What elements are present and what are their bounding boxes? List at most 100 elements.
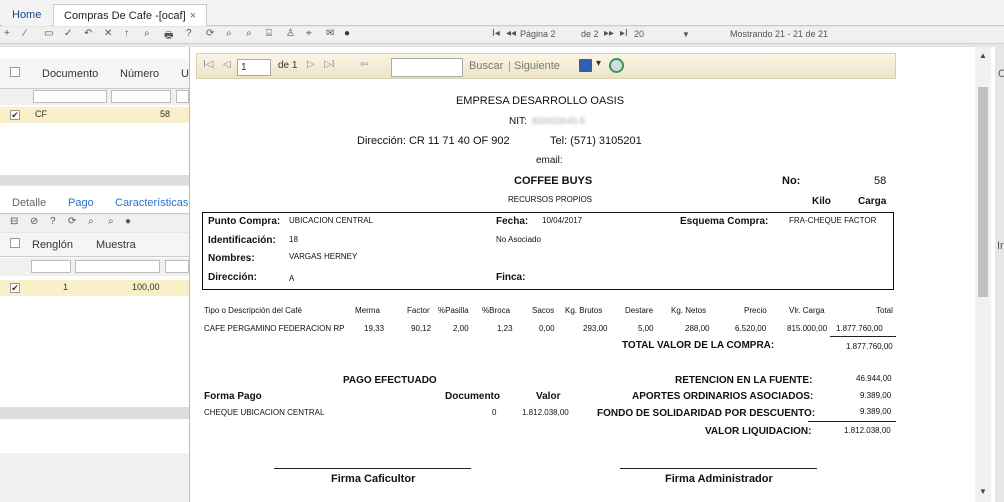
no-label: No: [782, 175, 801, 187]
help-icon[interactable]: ? [186, 28, 192, 39]
back-icon[interactable]: ⇦ [360, 59, 368, 70]
chevron-down-icon[interactable]: ▼ [682, 30, 690, 39]
tab-pago[interactable]: Pago [68, 197, 94, 209]
no-value: 58 [874, 175, 887, 187]
view-icon[interactable]: ▭ [44, 28, 53, 39]
nombres-value: VARGAS HERNEY [289, 252, 358, 261]
table-row[interactable]: ✔ 1 100,00 [0, 280, 189, 296]
scroll-down-icon[interactable]: ▼ [979, 487, 987, 496]
identificacion-value: 18 [289, 235, 298, 244]
chevron-down-icon[interactable]: ▾ [596, 58, 601, 69]
td-descripcion: CAFE PERGAMINO FEDERACION RP [204, 324, 345, 333]
col-numero[interactable]: Número [120, 68, 159, 80]
row-checkbox[interactable]: ✔ [10, 283, 20, 293]
col-muestra[interactable]: Muestra [96, 239, 136, 251]
tab-home-label: Home [12, 9, 42, 21]
next-page-icon[interactable]: ▸▸ [604, 28, 614, 39]
page-label: Página 2 [520, 29, 556, 39]
scroll-thumb[interactable] [978, 87, 988, 297]
first-page-icon[interactable]: I◂ [492, 28, 500, 39]
search-input[interactable] [391, 58, 463, 77]
last-page-icon[interactable]: ▷I [324, 59, 334, 70]
mail-icon[interactable]: ✉ [326, 28, 334, 39]
refresh-icon[interactable] [609, 58, 624, 73]
page-size-select[interactable]: 20 [634, 29, 644, 39]
search-button[interactable]: Buscar [469, 60, 503, 72]
last-page-icon[interactable]: ▸I [620, 28, 628, 39]
refresh-icon[interactable]: ⟳ [206, 28, 214, 39]
filter-extra[interactable] [165, 260, 189, 273]
filter-numero[interactable] [111, 90, 171, 103]
comment-icon[interactable]: ⌸ [266, 28, 272, 39]
zoom-out-icon[interactable]: ⌕ [246, 28, 252, 39]
th-sacos: Sacos [532, 306, 555, 315]
firma-caficultor: Firma Caficultor [331, 473, 416, 485]
tab-detalle[interactable]: Detalle [12, 197, 46, 209]
select-all-checkbox[interactable] [10, 67, 20, 77]
pago-forma-value: CHEQUE UBICACION CENTRAL [204, 408, 325, 417]
print-icon[interactable]: 🖶 [164, 28, 173, 45]
save-export-icon[interactable] [579, 59, 592, 72]
scroll-up-icon[interactable]: ▲ [979, 51, 987, 60]
select-all-checkbox[interactable] [10, 238, 20, 248]
filter-row [0, 89, 189, 105]
search-next-button[interactable]: Siguiente [514, 60, 560, 72]
page-input[interactable]: 1 [237, 59, 271, 76]
filter-documento[interactable] [33, 90, 107, 103]
tab-caracteristicas[interactable]: Características [115, 197, 188, 209]
pin-icon[interactable]: ⌖ [306, 28, 312, 39]
row-checkbox[interactable]: ✔ [10, 110, 20, 120]
first-page-icon[interactable]: I◁ [203, 59, 213, 70]
delete-icon[interactable]: ✕ [104, 28, 112, 39]
firma-administrador: Firma Administrador [665, 473, 773, 485]
tab-compras[interactable]: Compras De Cafe -[ocaf] × [53, 4, 208, 26]
td-destare: 5,00 [638, 324, 654, 333]
page-of-label: de 2 [581, 29, 599, 39]
help-icon[interactable]: ? [50, 216, 56, 227]
td-kg-brutos: 293,00 [583, 324, 608, 333]
filter-extra[interactable] [176, 90, 189, 103]
add-circle-icon[interactable]: ● [125, 216, 131, 227]
grid-icon[interactable]: ⊟ [10, 216, 18, 227]
th-pasilla: %Pasilla [438, 306, 469, 315]
tab-home[interactable]: Home [2, 4, 52, 26]
next-page-icon[interactable]: ▷ [307, 59, 315, 70]
filter-row [0, 258, 189, 276]
edit-icon[interactable]: ⁄ [24, 28, 26, 39]
col-extra[interactable]: U [181, 68, 189, 80]
horizontal-scrollbar[interactable] [0, 407, 189, 419]
search-icon[interactable]: ⌕ [144, 28, 150, 39]
check-icon[interactable]: ✓ [64, 28, 72, 39]
horizontal-scrollbar[interactable] [0, 175, 189, 185]
user-icon[interactable]: ♙ [286, 28, 295, 39]
filter-muestra[interactable] [75, 260, 160, 273]
detail-footer [0, 453, 189, 502]
forma-pago-header: Forma Pago [204, 391, 262, 402]
documento-header: Documento [445, 391, 500, 402]
prev-page-icon[interactable]: ◁ [223, 59, 231, 70]
fondo-label: FONDO DE SOLIDARIDAD POR DESCUENTO: [597, 408, 816, 419]
add-icon[interactable]: + [4, 28, 10, 39]
block-icon[interactable]: ⊘ [30, 216, 38, 227]
undo-icon[interactable]: ↶ [84, 28, 92, 39]
zoom-in-icon[interactable]: ⌕ [88, 216, 94, 227]
refresh-icon[interactable]: ⟳ [68, 216, 76, 227]
col-renglon[interactable]: Renglón [32, 239, 73, 251]
td-precio: 6.520,00 [735, 324, 767, 333]
zoom-out-icon[interactable]: ⌕ [108, 216, 114, 227]
esquema-value: FRA-CHEQUE FACTOR [789, 216, 877, 225]
cell-documento: CF [35, 109, 47, 119]
prev-page-icon[interactable]: ◂◂ [506, 28, 516, 39]
th-vlr-carga: Vlr. Carga [789, 306, 825, 315]
table-row[interactable]: ✔ CF 58 [0, 107, 189, 123]
close-icon[interactable]: × [190, 10, 196, 22]
col-documento[interactable]: Documento [42, 68, 98, 80]
th-broca: %Broca [482, 306, 511, 315]
detail-grid: Renglón Muestra ✔ 1 100,00 [0, 233, 189, 453]
paging-status: Mostrando 21 - 21 de 21 [730, 29, 829, 39]
vertical-scrollbar[interactable]: ▲ ▼ [975, 47, 991, 502]
add-circle-icon[interactable]: ● [344, 28, 350, 39]
zoom-in-icon[interactable]: ⌕ [226, 28, 232, 39]
upload-icon[interactable]: ↑ [124, 28, 129, 39]
filter-renglon[interactable] [31, 260, 71, 273]
